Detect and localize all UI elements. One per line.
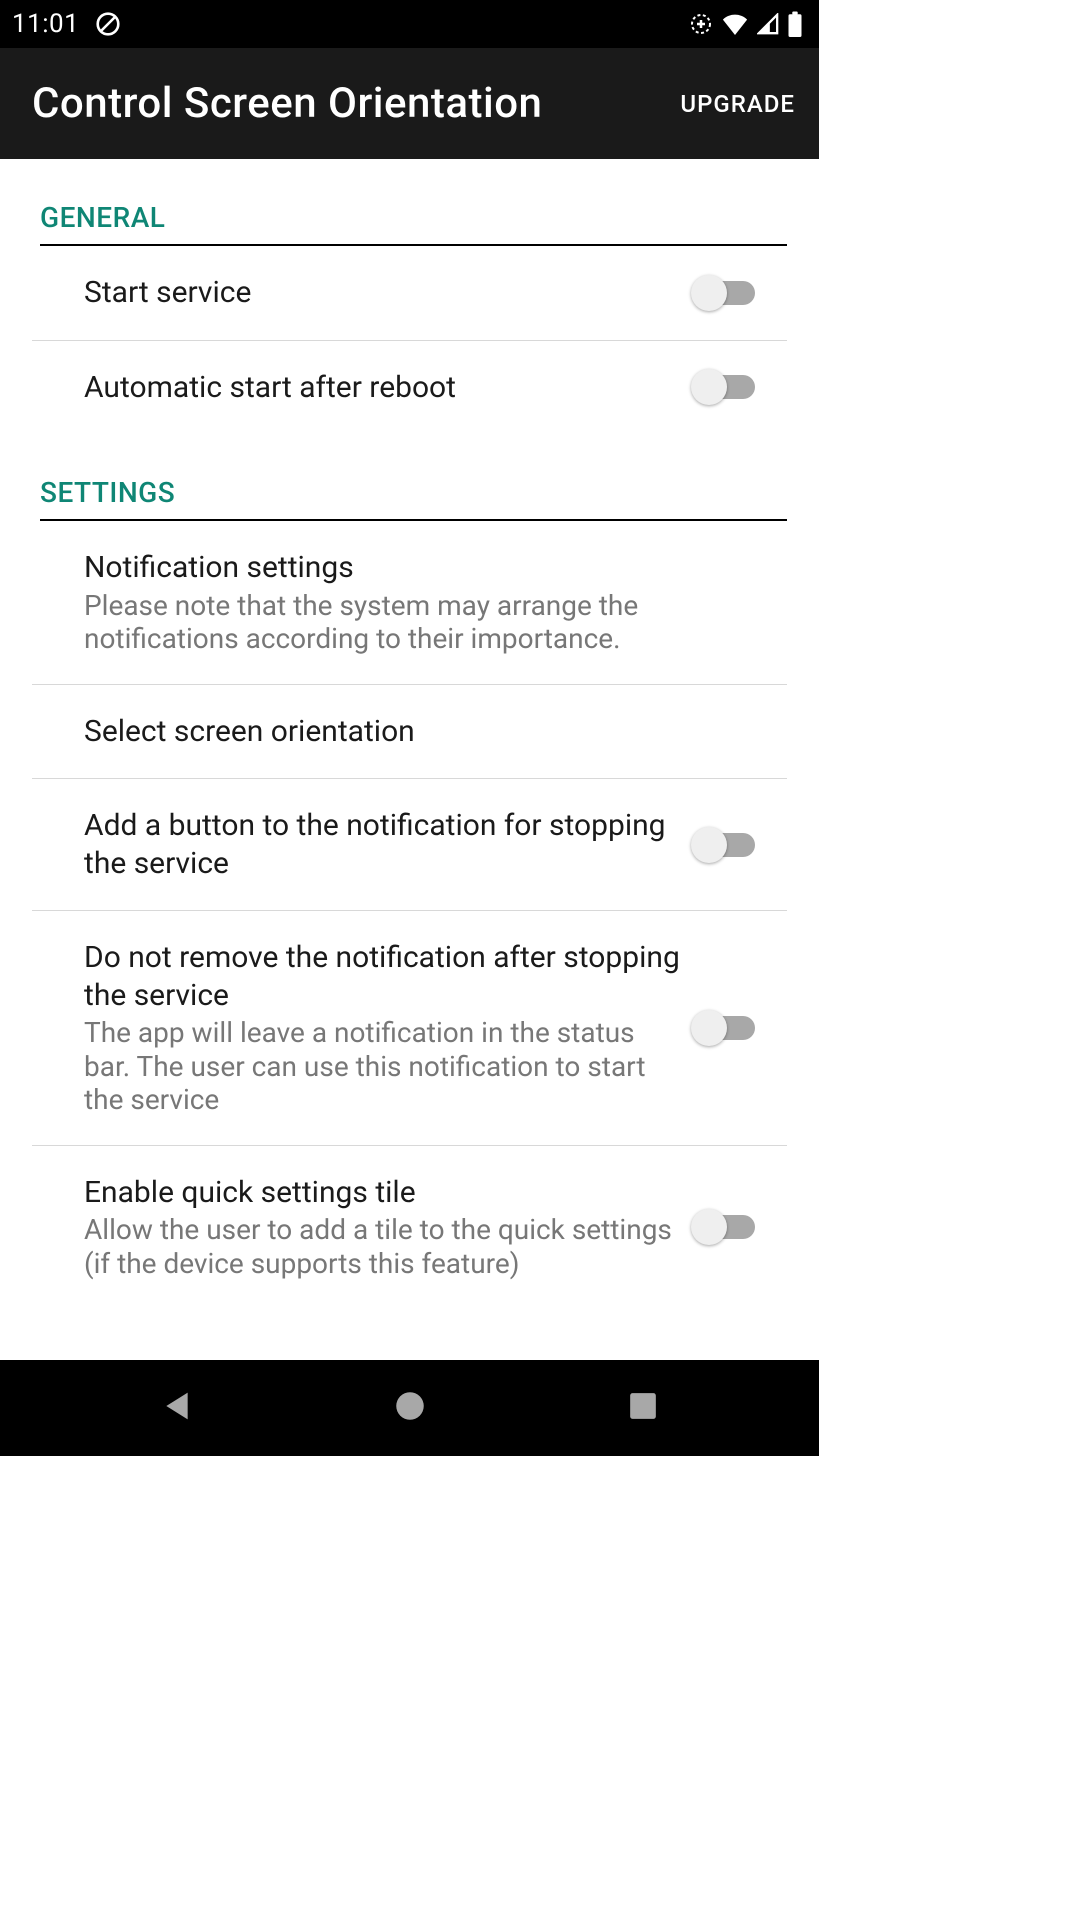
setting-desc: Please note that the system may arrange …: [84, 589, 743, 656]
back-icon: [163, 1390, 191, 1426]
status-left: 11:01: [12, 9, 121, 39]
setting-title: Select screen orientation: [84, 713, 743, 751]
setting-desc: The app will leave a notification in the…: [84, 1016, 683, 1117]
status-time: 11:01: [12, 9, 79, 39]
setting-title: Automatic start after reboot: [84, 369, 683, 407]
nav-bar: [0, 1360, 819, 1456]
rotation-lock-icon: [95, 11, 121, 37]
status-right: [689, 11, 803, 37]
toggle-quick-tile[interactable]: [695, 1215, 755, 1239]
setting-title: Enable quick settings tile: [84, 1174, 683, 1212]
setting-select-orientation[interactable]: Select screen orientation: [32, 685, 787, 780]
status-bar: 11:01: [0, 0, 819, 48]
app-bar: Control Screen Orientation UPGRADE: [0, 48, 819, 159]
setting-auto-start[interactable]: Automatic start after reboot: [32, 341, 787, 435]
section-header-general: GENERAL: [40, 201, 787, 246]
home-icon: [395, 1391, 425, 1425]
setting-stop-button[interactable]: Add a button to the notification for sto…: [32, 779, 787, 911]
settings-content: GENERAL Start service Automatic start af…: [0, 159, 819, 1360]
nav-recent-button[interactable]: [563, 1360, 723, 1456]
toggle-stop-button[interactable]: [695, 833, 755, 857]
setting-title: Add a button to the notification for sto…: [84, 807, 683, 882]
toggle-auto-start[interactable]: [695, 375, 755, 399]
app-title: Control Screen Orientation: [32, 79, 542, 128]
wifi-icon: [721, 13, 749, 35]
setting-title: Do not remove the notification after sto…: [84, 939, 683, 1014]
cellular-icon: [757, 13, 779, 35]
setting-desc: Allow the user to add a tile to the quic…: [84, 1213, 683, 1280]
nav-back-button[interactable]: [97, 1360, 257, 1456]
nav-home-button[interactable]: [330, 1360, 490, 1456]
battery-icon: [787, 11, 803, 37]
setting-quick-tile[interactable]: Enable quick settings tile Allow the use…: [32, 1146, 787, 1309]
recent-icon: [629, 1392, 657, 1424]
setting-keep-notification[interactable]: Do not remove the notification after sto…: [32, 911, 787, 1146]
setting-title: Notification settings: [84, 549, 743, 587]
upgrade-button[interactable]: UPGRADE: [680, 90, 795, 118]
toggle-start-service[interactable]: [695, 281, 755, 305]
section-header-settings: SETTINGS: [40, 476, 787, 521]
setting-start-service[interactable]: Start service: [32, 246, 787, 341]
setting-title: Start service: [84, 274, 683, 312]
data-saver-icon: [689, 12, 713, 36]
setting-notification[interactable]: Notification settings Please note that t…: [32, 521, 787, 685]
toggle-keep-notification[interactable]: [695, 1016, 755, 1040]
